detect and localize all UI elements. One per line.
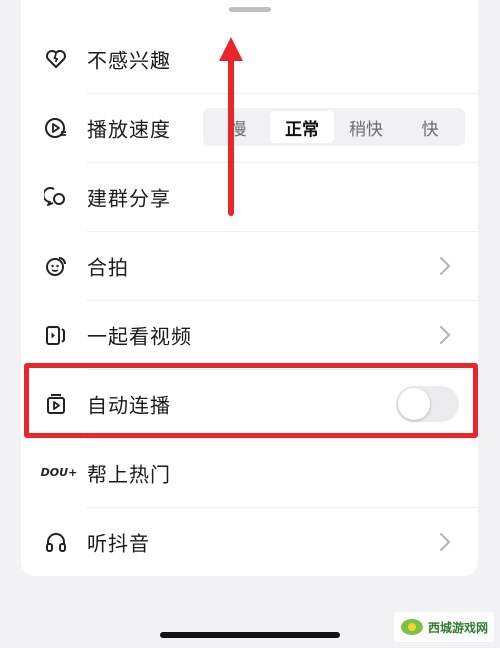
speed-option-normal[interactable]: 正常 xyxy=(270,111,334,143)
speed-option-slow[interactable]: 慢 xyxy=(206,111,270,143)
heart-broken-icon xyxy=(43,46,69,72)
annotation-arrow-head xyxy=(219,37,243,61)
sheet-grabber[interactable] xyxy=(229,7,271,12)
dou-plus-icon-text: DOU+ xyxy=(40,466,78,479)
chevron-right-icon xyxy=(439,256,451,275)
play-speed-icon xyxy=(43,115,69,141)
menu-label: 建群分享 xyxy=(87,186,171,210)
annotation-arrow-shaft xyxy=(228,52,234,216)
menu-label: 不感兴趣 xyxy=(87,48,171,72)
menu-label: 一起看视频 xyxy=(87,324,192,348)
speed-option-slightly-fast[interactable]: 稍快 xyxy=(334,111,398,143)
watch-together-icon xyxy=(43,322,69,348)
speed-selector: 慢 正常 稍快 快 xyxy=(203,108,465,146)
watermark-logo-icon xyxy=(400,619,423,635)
menu-item-watch-together[interactable]: 一起看视频 xyxy=(21,300,478,369)
menu-label: 听抖音 xyxy=(87,531,150,555)
dou-plus-icon: DOU+ xyxy=(39,460,79,486)
menu-label: 播放速度 xyxy=(87,117,171,141)
chevron-right-icon xyxy=(439,325,451,344)
menu-item-duet[interactable]: 合拍 xyxy=(21,231,478,300)
menu-item-listen-douyin[interactable]: 听抖音 xyxy=(21,507,478,576)
home-indicator xyxy=(160,632,340,638)
speed-option-fast[interactable]: 快 xyxy=(398,111,462,143)
watermark: 西城游戏网 xyxy=(393,612,494,642)
menu-item-help-trending[interactable]: DOU+ 帮上热门 xyxy=(21,438,478,507)
chat-bubbles-icon xyxy=(43,184,69,210)
watermark-text: 西城游戏网 xyxy=(427,620,488,635)
menu-label: 合拍 xyxy=(87,255,129,279)
menu-label: 帮上热门 xyxy=(87,462,171,486)
menu-item-not-interested[interactable]: 不感兴趣 xyxy=(21,24,478,93)
highlight-box xyxy=(24,363,478,438)
menu-item-build-group-share[interactable]: 建群分享 xyxy=(21,162,478,231)
chevron-right-icon xyxy=(439,532,451,551)
duet-face-icon xyxy=(43,253,69,279)
headphones-icon xyxy=(43,529,69,555)
